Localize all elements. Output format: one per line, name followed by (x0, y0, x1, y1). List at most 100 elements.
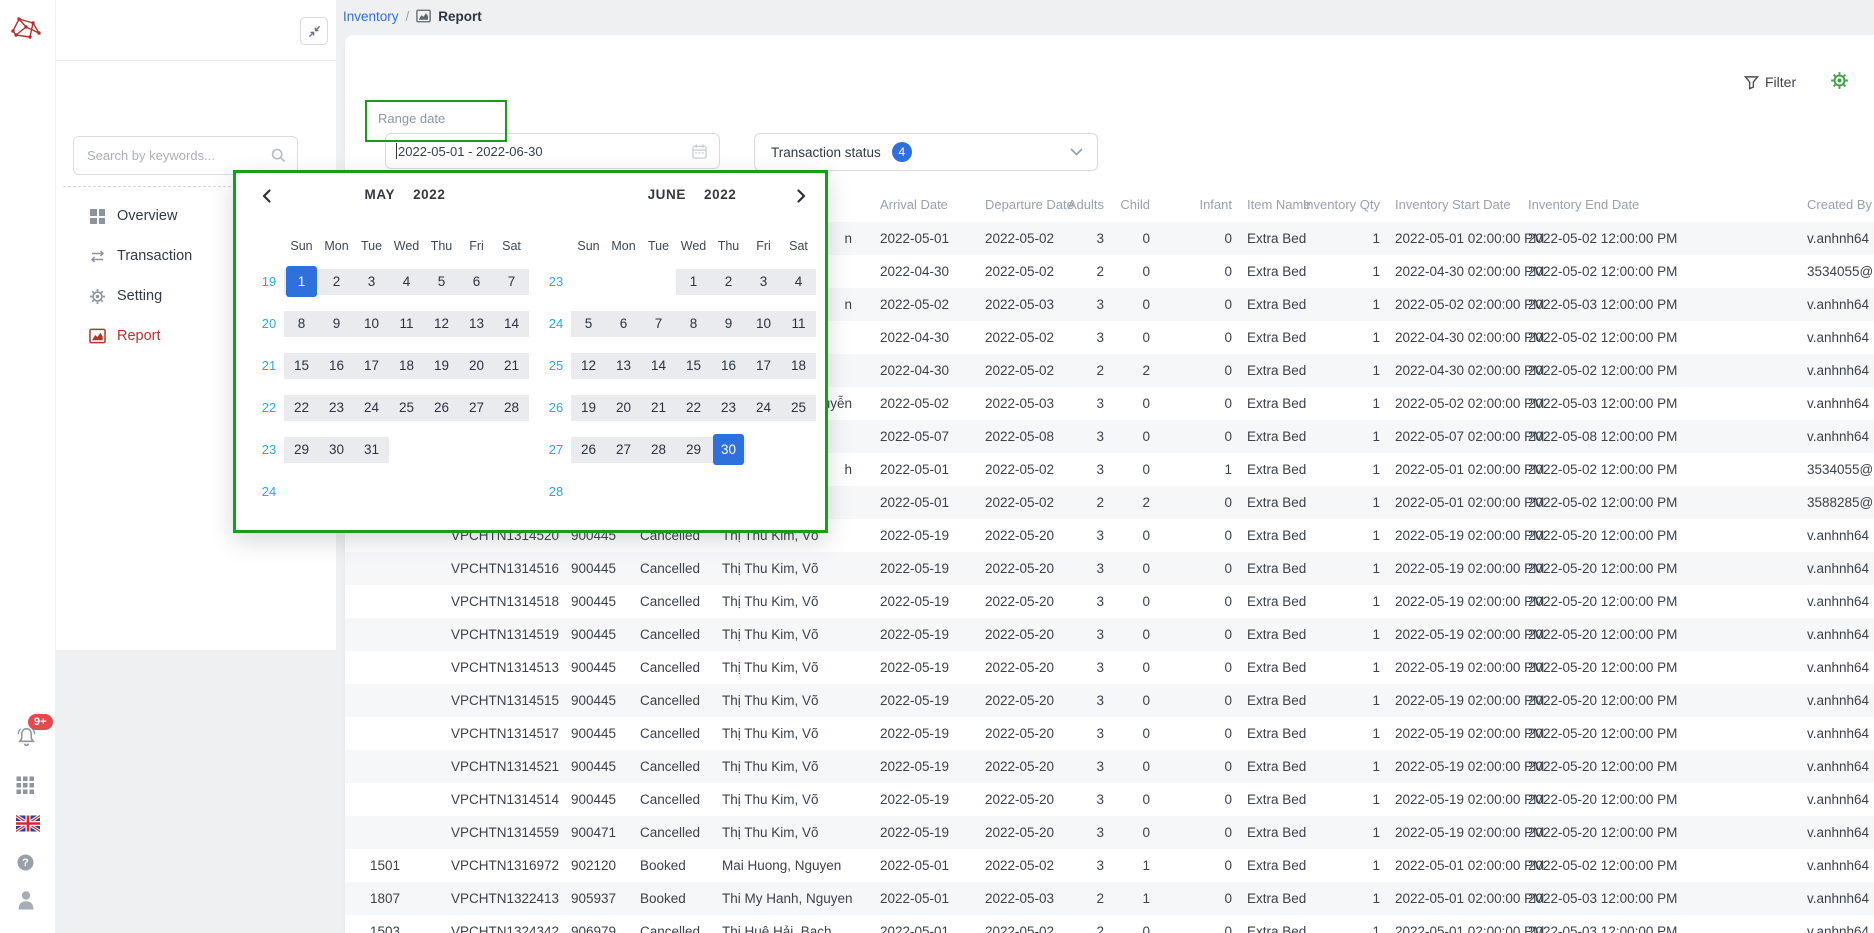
calendar-day[interactable]: 29 (284, 437, 319, 463)
calendar-day[interactable]: 9 (319, 311, 354, 337)
cell-child: 0 (1110, 420, 1150, 453)
calendar-day[interactable]: 4 (389, 269, 424, 295)
cell-booking-code: VPCHTN1314559 (451, 816, 561, 849)
calendar-day[interactable]: 12 (424, 311, 459, 337)
user-avatar-icon[interactable] (16, 889, 36, 915)
cell-inventory-end-date: 2022-05-03 12:00:00 PM (1528, 387, 1688, 420)
calendar-day[interactable]: 13 (459, 311, 494, 337)
calendar-day[interactable]: 18 (389, 353, 424, 379)
calendar-day[interactable]: 10 (746, 311, 781, 337)
calendar-day[interactable]: 3 (746, 269, 781, 295)
calendar-day[interactable]: 22 (676, 395, 711, 421)
calendar-day[interactable]: 7 (494, 269, 529, 295)
cell-reservation-number: 900445 (571, 618, 631, 651)
calendar-day[interactable]: 10 (354, 311, 389, 337)
cell-inventory-qty: 1 (1300, 552, 1380, 585)
calendar-day[interactable]: 2 (319, 269, 354, 295)
calendar-day[interactable]: 7 (641, 311, 676, 337)
prev-month-button[interactable] (256, 186, 276, 206)
calendar-day[interactable]: 5 (571, 311, 606, 337)
svg-text:?: ? (22, 857, 29, 869)
calendar-day[interactable]: 17 (354, 353, 389, 379)
calendar-day[interactable]: 16 (319, 353, 354, 379)
calendar-day[interactable]: 27 (606, 437, 641, 463)
calendar-day[interactable]: 8 (284, 311, 319, 337)
cell-infant: 0 (1157, 882, 1232, 915)
calendar-day[interactable]: 21 (494, 353, 529, 379)
calendar-day[interactable]: 26 (571, 437, 606, 463)
calendar-day[interactable]: 26 (424, 395, 459, 421)
calendar-day[interactable]: 4 (781, 269, 816, 295)
calendar-day[interactable]: 8 (676, 311, 711, 337)
calendar-day[interactable]: 11 (389, 311, 424, 337)
cell-reservation-number: 900445 (571, 750, 631, 783)
calendar-day[interactable]: 28 (641, 437, 676, 463)
cell-created-by: v.anhnh64 (1807, 420, 1874, 453)
weekday-label: Thu (711, 239, 746, 253)
calendar-day[interactable]: 2 (711, 269, 746, 295)
calendar-day[interactable]: 1 (676, 269, 711, 295)
calendar-day[interactable]: 24 (354, 395, 389, 421)
calendar-day[interactable]: 23 (711, 395, 746, 421)
cell-created-by: v.anhnh64 (1807, 321, 1874, 354)
weekday-label: Thu (424, 239, 459, 253)
calendar-day[interactable]: 29 (676, 437, 711, 463)
calendar-day[interactable]: 18 (781, 353, 816, 379)
chevron-down-icon (1070, 148, 1083, 156)
calendar-day[interactable]: 24 (746, 395, 781, 421)
calendar-icon (691, 143, 708, 160)
transaction-status-select[interactable]: Transaction status 4 (754, 133, 1098, 171)
apps-grid-icon[interactable] (16, 776, 35, 800)
calendar-day[interactable]: 13 (606, 353, 641, 379)
cell-inventory-end-date: 2022-05-20 12:00:00 PM (1528, 618, 1688, 651)
calendar-day[interactable]: 19 (571, 395, 606, 421)
breadcrumb-current: Report (438, 9, 482, 24)
calendar-day[interactable]: 22 (284, 395, 319, 421)
range-date-input[interactable]: 2022-05-01 - 2022-06-30 (385, 133, 720, 169)
calendar-day[interactable]: 3 (354, 269, 389, 295)
calendar-day[interactable]: 23 (319, 395, 354, 421)
calendar-day[interactable]: 30 (319, 437, 354, 463)
cell-arrival-date: 2022-04-30 (880, 354, 975, 387)
week-number: 27 (541, 437, 571, 463)
calendar-day[interactable]: 6 (606, 311, 641, 337)
calendar-day[interactable]: 5 (424, 269, 459, 295)
search-input[interactable] (85, 147, 270, 164)
calendar-day[interactable]: 15 (676, 353, 711, 379)
weekday-label: Mon (606, 239, 641, 253)
weekday-label: Sun (284, 239, 319, 253)
search-icon (270, 147, 287, 164)
calendar-day[interactable]: 19 (424, 353, 459, 379)
cell-arrival-date: 2022-05-19 (880, 552, 975, 585)
calendar-day[interactable]: 6 (459, 269, 494, 295)
calendar-day[interactable]: 9 (711, 311, 746, 337)
language-flag-icon[interactable] (16, 815, 40, 837)
help-icon[interactable]: ? (16, 853, 35, 877)
calendar-day[interactable]: 11 (781, 311, 816, 337)
calendar-day[interactable]: 28 (494, 395, 529, 421)
cell-infant: 0 (1157, 585, 1232, 618)
calendar-day[interactable]: 20 (606, 395, 641, 421)
calendar-day[interactable]: 31 (354, 437, 389, 463)
calendar-day[interactable]: 12 (571, 353, 606, 379)
report-icon (89, 328, 106, 344)
calendar-day[interactable]: 20 (459, 353, 494, 379)
calendar-day[interactable]: 16 (711, 353, 746, 379)
calendar-day[interactable]: 1 (286, 266, 317, 297)
calendar-day[interactable]: 27 (459, 395, 494, 421)
calendar-day[interactable]: 14 (641, 353, 676, 379)
filter-button[interactable]: Filter (1744, 74, 1796, 90)
calendar-day[interactable]: 25 (781, 395, 816, 421)
calendar-day[interactable]: 17 (746, 353, 781, 379)
weekday-label: Wed (389, 239, 424, 253)
cell-customer-name: Thị Thu Kim, Võ (722, 750, 872, 783)
calendar-day[interactable]: 14 (494, 311, 529, 337)
calendar-day[interactable]: 15 (284, 353, 319, 379)
calendar-day[interactable]: 25 (389, 395, 424, 421)
calendar-day[interactable]: 30 (713, 434, 744, 465)
breadcrumb-inventory-link[interactable]: Inventory (343, 9, 399, 24)
collapse-sidebar-button[interactable] (300, 17, 328, 45)
settings-gear-icon[interactable] (1830, 71, 1849, 95)
cell-arrival-date: 2022-04-30 (880, 255, 975, 288)
calendar-day[interactable]: 21 (641, 395, 676, 421)
